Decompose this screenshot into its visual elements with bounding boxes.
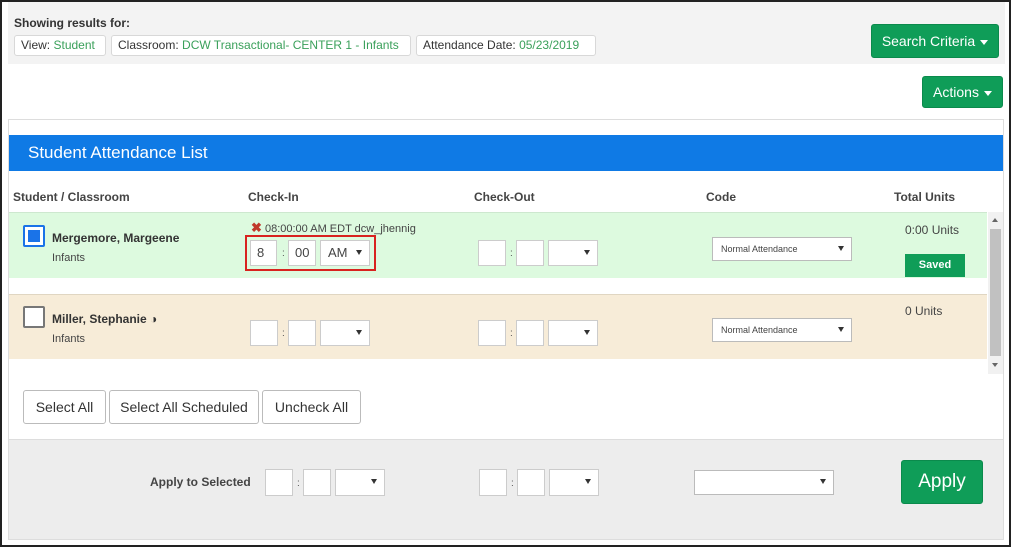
scroll-up-icon[interactable] (992, 218, 998, 222)
column-header-checkin: Check-In (248, 190, 299, 204)
time-colon: : (510, 328, 513, 339)
student-name[interactable]: Mergemore, Margeene (52, 231, 179, 245)
checkout-minute-input[interactable] (516, 320, 544, 346)
column-header-checkout: Check-Out (474, 190, 535, 204)
dropdown-arrow-icon (371, 479, 377, 484)
time-colon: : (297, 478, 300, 489)
student-name: Miller, Stephanie (52, 312, 147, 326)
apply-code-select[interactable] (694, 470, 834, 495)
time-colon: : (282, 328, 285, 339)
code-select-value: Normal Attendance (721, 325, 798, 335)
total-units: 0:00 Units (905, 223, 960, 237)
checkout-hour-input[interactable] (478, 320, 506, 346)
checkout-minute-input[interactable] (516, 240, 544, 266)
apply-checkin-minute-input[interactable] (303, 469, 331, 496)
apply-to-selected-label: Apply to Selected (150, 475, 251, 489)
time-colon: : (282, 248, 285, 259)
checkout-ampm-select[interactable] (548, 320, 598, 346)
column-header-code: Code (706, 190, 736, 204)
select-all-button[interactable]: Select All (23, 390, 106, 424)
code-select[interactable]: Normal Attendance (712, 237, 852, 261)
panel-title: Student Attendance List (9, 135, 1003, 171)
scroll-down-icon[interactable] (992, 363, 998, 367)
apply-button[interactable]: Apply (901, 460, 983, 504)
apply-checkout-hour-input[interactable] (479, 469, 507, 496)
search-criteria-label: Search Criteria (881, 33, 976, 49)
checkin-ampm-select[interactable] (320, 320, 370, 346)
scrollbar-thumb[interactable] (990, 229, 1001, 356)
view-chip-label: View: (21, 38, 51, 52)
apply-checkin-ampm-select[interactable] (335, 469, 385, 496)
checkout-ampm-select[interactable] (548, 240, 598, 266)
apply-checkin-hour-input[interactable] (265, 469, 293, 496)
showing-results-label: Showing results for: (14, 16, 131, 30)
row-checkbox[interactable] (23, 225, 45, 247)
classroom-chip: Classroom: DCW Transactional- CENTER 1 -… (111, 35, 411, 56)
checkin-hour-input[interactable] (250, 320, 278, 346)
actions-label: Actions (933, 84, 979, 100)
dropdown-arrow-icon (356, 330, 362, 335)
dropdown-arrow-icon (356, 250, 362, 255)
uncheck-all-button[interactable]: Uncheck All (262, 390, 361, 424)
code-select-value: Normal Attendance (721, 244, 798, 254)
row-checkbox[interactable] (23, 306, 45, 328)
checkin-log-text: 08:00:00 AM EDT dcw_jhennig (264, 223, 416, 235)
search-criteria-button[interactable]: Search Criteria (871, 24, 999, 58)
caret-down-icon (983, 90, 992, 96)
checkin-ampm-select[interactable]: AM (320, 240, 370, 266)
actions-button[interactable]: Actions (922, 76, 1003, 108)
date-chip-value: 05/23/2019 (519, 38, 580, 52)
view-chip-value: Student (53, 38, 95, 52)
column-header-total-units: Total Units (894, 190, 956, 204)
view-chip: View: Student (14, 35, 106, 56)
time-colon: : (511, 478, 514, 489)
column-header-student: Student / Classroom (13, 190, 130, 204)
student-name-group[interactable]: Miller, Stephanie ◑ (52, 312, 157, 326)
checkin-hour-input[interactable]: 8 (250, 240, 277, 266)
select-all-scheduled-button[interactable]: Select All Scheduled (109, 390, 259, 424)
checkin-log: ✖ 08:00:00 AM EDT dcw_jhennig (251, 220, 416, 236)
checkout-hour-input[interactable] (478, 240, 506, 266)
date-chip-label: Attendance Date: (423, 38, 516, 52)
time-colon: : (510, 248, 513, 259)
student-classroom: Infants (52, 252, 86, 264)
saved-badge: Saved (905, 254, 965, 277)
classroom-chip-value: DCW Transactional- CENTER 1 - Infants (182, 38, 399, 52)
total-units: 0 Units (905, 304, 943, 318)
dropdown-arrow-icon (584, 250, 590, 255)
half-circle-icon: ◑ (150, 312, 158, 326)
dropdown-arrow-icon (838, 327, 844, 332)
dropdown-arrow-icon (584, 330, 590, 335)
caret-down-icon (980, 39, 989, 45)
code-select[interactable]: Normal Attendance (712, 318, 852, 342)
checkin-ampm-value: AM (328, 245, 348, 260)
dropdown-arrow-icon (820, 479, 826, 484)
dropdown-arrow-icon (585, 479, 591, 484)
delete-x-icon[interactable]: ✖ (251, 220, 262, 235)
checkin-minute-input[interactable]: 00 (288, 240, 316, 266)
student-classroom: Infants (52, 333, 86, 345)
apply-checkout-minute-input[interactable] (517, 469, 545, 496)
classroom-chip-label: Classroom: (118, 38, 179, 52)
dropdown-arrow-icon (838, 246, 844, 251)
checkin-minute-input[interactable] (288, 320, 316, 346)
apply-checkout-ampm-select[interactable] (549, 469, 599, 496)
date-chip: Attendance Date: 05/23/2019 (416, 35, 596, 56)
